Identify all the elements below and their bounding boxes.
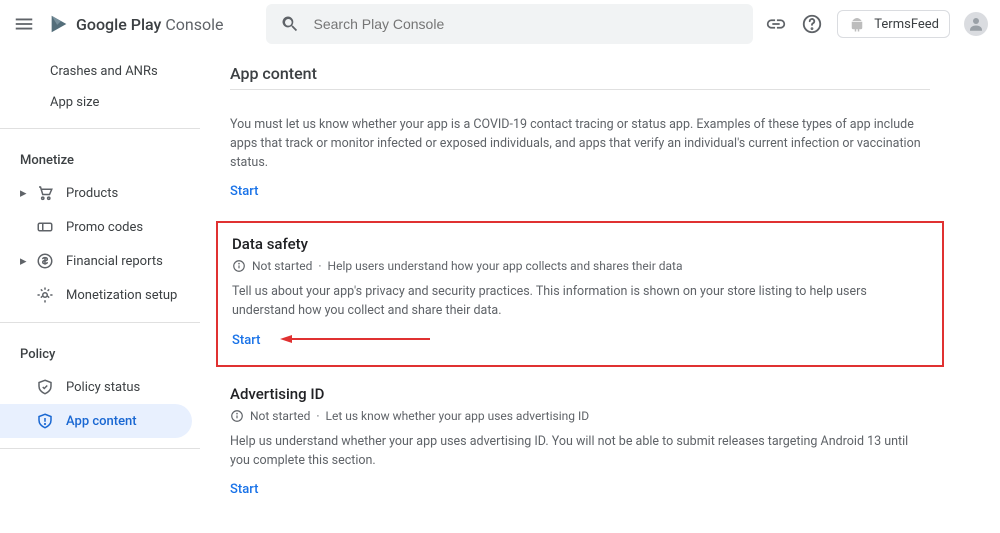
divider (0, 128, 200, 129)
sidebar-item-label: Financial reports (66, 254, 163, 269)
divider (0, 448, 200, 449)
info-icon (230, 409, 244, 423)
logo-text: Google Play Console (76, 15, 224, 34)
chevron-right-icon: ▸ (20, 254, 28, 269)
info-icon (232, 259, 246, 273)
sidebar-item-label: Crashes and ANRs (50, 64, 158, 79)
status-text: Not started (250, 409, 310, 423)
sidebar-item-app-content[interactable]: ▸ App content (0, 404, 192, 438)
ticket-icon (36, 218, 54, 236)
status-row: Not started · Let us know whether your a… (230, 409, 930, 423)
divider (0, 322, 200, 323)
app-header: Google Play Console TermsFeed (0, 0, 1000, 48)
start-button[interactable]: Start (230, 482, 258, 497)
status-text: Not started (252, 259, 312, 273)
help-icon[interactable] (801, 13, 823, 35)
sidebar-item-label: Promo codes (66, 220, 143, 235)
sidebar-item-promo[interactable]: ▸ Promo codes (0, 210, 192, 244)
section-description: Help us understand whether your app uses… (230, 433, 930, 471)
sidebar-item-products[interactable]: ▸ Products (0, 176, 192, 210)
start-button[interactable]: Start (232, 333, 260, 348)
link-icon[interactable] (765, 13, 787, 35)
search-icon (280, 14, 300, 34)
dollar-icon (36, 252, 54, 270)
sidebar-section-monetize: Monetize (0, 139, 200, 176)
section-description: Tell us about your app's privacy and sec… (232, 283, 928, 321)
section-data-safety: Data safety Not started · Help users und… (216, 221, 944, 367)
sidebar-item-label: App size (50, 95, 99, 110)
status-hint: Let us know whether your app uses advert… (326, 409, 590, 423)
search-box[interactable] (266, 4, 754, 44)
status-hint: Help users understand how your app colle… (328, 259, 683, 273)
section-description: You must let us know whether your app is… (230, 116, 930, 172)
sidebar-item-financial[interactable]: ▸ Financial reports (0, 244, 192, 278)
sidebar-section-policy: Policy (0, 333, 200, 370)
logo[interactable]: Google Play Console (48, 13, 224, 35)
section-advertising: Advertising ID Not started · Let us know… (230, 373, 930, 514)
page-title: App content (230, 64, 930, 83)
sidebar: Crashes and ANRs App size Monetize ▸ Pro… (0, 48, 200, 533)
sidebar-item-policy-status[interactable]: ▸ Policy status (0, 370, 192, 404)
sidebar-item-label: Products (66, 186, 118, 201)
gear-icon (36, 286, 54, 304)
sidebar-item-app-size[interactable]: App size (0, 87, 192, 118)
chevron-right-icon: ▸ (20, 186, 28, 201)
search-input[interactable] (314, 16, 740, 32)
play-console-icon (48, 13, 70, 35)
user-chip[interactable]: TermsFeed (837, 10, 950, 38)
sidebar-item-crashes[interactable]: Crashes and ANRs (0, 56, 192, 87)
header-actions: TermsFeed (765, 10, 988, 38)
android-icon (848, 15, 866, 33)
start-button[interactable]: Start (230, 184, 258, 199)
sidebar-item-monetization-setup[interactable]: ▸ Monetization setup (0, 278, 192, 312)
shield-icon (36, 412, 54, 430)
avatar[interactable] (964, 12, 988, 36)
sidebar-item-label: App content (66, 414, 137, 429)
section-title: Advertising ID (230, 385, 930, 403)
status-row: Not started · Help users understand how … (232, 259, 928, 273)
section-title: Data safety (232, 235, 928, 253)
shield-check-icon (36, 378, 54, 396)
main-content: App content You must let us know whether… (200, 48, 960, 533)
section-covid: You must let us know whether your app is… (230, 104, 930, 215)
cart-icon (36, 184, 54, 202)
sidebar-item-label: Monetization setup (66, 288, 177, 303)
menu-icon[interactable] (12, 12, 36, 36)
divider (230, 89, 930, 90)
user-label: TermsFeed (874, 17, 939, 32)
annotation-arrow-icon (280, 333, 430, 349)
sidebar-item-label: Policy status (66, 380, 140, 395)
